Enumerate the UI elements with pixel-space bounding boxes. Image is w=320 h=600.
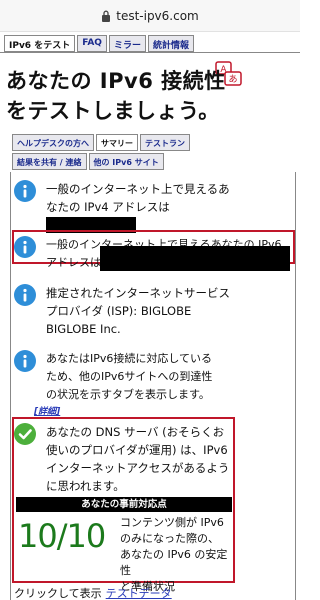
readiness-desc-line3: あなたの IPv6 の安定性 bbox=[120, 548, 228, 577]
tab-test-ipv6[interactable]: IPv6 をテスト bbox=[4, 35, 76, 52]
nav-divider bbox=[0, 52, 300, 53]
dns-line3: インターネットアクセスがあるよう bbox=[46, 461, 230, 475]
isp-result: 推定されたインターネットサービス プロバイダ (ISP): BIGLOBE BI… bbox=[14, 284, 294, 340]
readiness-desc-line2: のみになった際の、 bbox=[120, 532, 219, 545]
readiness-desc-line1: コンテンツ側が IPv6 bbox=[120, 516, 224, 529]
tab-notice-line1: あなたはIPv6接続に対応している bbox=[46, 352, 213, 365]
tab-notice-line2: ため、他のIPv6サイトへの到達性 bbox=[46, 370, 213, 383]
isp-line3: BIGLOBE Inc. bbox=[46, 322, 121, 336]
info-icon bbox=[14, 180, 36, 202]
info-icon bbox=[14, 284, 36, 306]
ipv6-result: 一般のインターネット上で見えるあなたの IPv6 アドレスは bbox=[14, 236, 294, 286]
tab-share-results[interactable]: 結果を共有 / 連絡 bbox=[12, 153, 87, 170]
test-data-link[interactable]: テストデータ bbox=[106, 587, 172, 600]
tab-test-run[interactable]: テストラン bbox=[140, 134, 190, 151]
readiness-banner: あなたの事前対応点 bbox=[16, 497, 232, 512]
isp-text: 推定されたインターネットサービス プロバイダ (ISP): BIGLOBE BI… bbox=[46, 284, 230, 338]
dns-text: あなたの DNS サーバ (おそらくお 使いのプロバイダが運用) は、IPv6 … bbox=[46, 423, 229, 495]
tab-faq[interactable]: FAQ bbox=[77, 35, 107, 52]
details-link[interactable]: [詳細] bbox=[34, 404, 60, 417]
tab-notice-text: あなたはIPv6接続に対応している ため、他のIPv6サイトへの到達性 の状況を… bbox=[46, 350, 212, 404]
page-title-line1: あなたの IPv6 接続性 bbox=[6, 69, 226, 93]
top-navigation: IPv6 をテスト FAQ ミラー 統計情報 bbox=[4, 35, 196, 53]
tab-mirrors[interactable]: ミラー bbox=[108, 35, 146, 52]
lock-icon bbox=[102, 10, 111, 22]
ipv4-line1: 一般のインターネット上で見えるあ bbox=[46, 182, 230, 196]
readiness-score: 10/10 bbox=[18, 517, 106, 555]
isp-line2: プロバイダ (ISP): BIGLOBE bbox=[46, 304, 192, 318]
page-title: あなたの IPv6 接続性 をテストしましょう。 bbox=[6, 66, 294, 126]
isp-line1: 推定されたインターネットサービス bbox=[46, 286, 230, 300]
dns-line2: 使いのプロバイダが運用) は、IPv6 bbox=[46, 443, 228, 457]
info-icon bbox=[14, 350, 36, 372]
address-bar[interactable]: test-ipv6.com bbox=[0, 0, 300, 32]
footer-line: クリックして表示 テストデータ bbox=[14, 585, 172, 600]
ipv4-line2: なたの IPv4 アドレスは bbox=[46, 200, 170, 214]
readiness-description: コンテンツ側が IPv6 のみになった際の、 あなたの IPv6 の安定性 と準… bbox=[120, 515, 230, 595]
url-text: test-ipv6.com bbox=[116, 8, 199, 23]
tab-notice-line3: の状況を示すタブを表示します。 bbox=[46, 388, 210, 401]
tab-stats[interactable]: 統計情報 bbox=[147, 35, 194, 52]
dns-result: あなたの DNS サーバ (おそらくお 使いのプロバイダが運用) は、IPv6 … bbox=[14, 423, 294, 495]
tab-other-ipv6-sites[interactable]: 他の IPv6 サイト bbox=[88, 153, 164, 170]
page-title-line2: をテストしましょう。 bbox=[6, 99, 220, 123]
footer-text: クリックして表示 bbox=[14, 587, 102, 600]
dns-line4: に思われます。 bbox=[46, 479, 125, 493]
tab-helpdesk[interactable]: ヘルプデスクの方へ bbox=[12, 134, 94, 151]
ipv6-address-redacted bbox=[100, 246, 290, 271]
dns-line1: あなたの DNS サーバ (おそらくお bbox=[46, 425, 225, 439]
info-icon bbox=[14, 236, 36, 258]
ipv4-text: 一般のインターネット上で見えるあ なたの IPv4 アドレスは bbox=[46, 180, 230, 216]
check-icon bbox=[14, 423, 36, 445]
ipv4-result: 一般のインターネット上で見えるあ なたの IPv4 アドレスは bbox=[14, 180, 294, 233]
tab-summary[interactable]: サマリー bbox=[96, 134, 138, 151]
sub-navigation: ヘルプデスクの方へ サマリー テストラン 結果を共有 / 連絡 他の IPv6 … bbox=[12, 134, 298, 172]
